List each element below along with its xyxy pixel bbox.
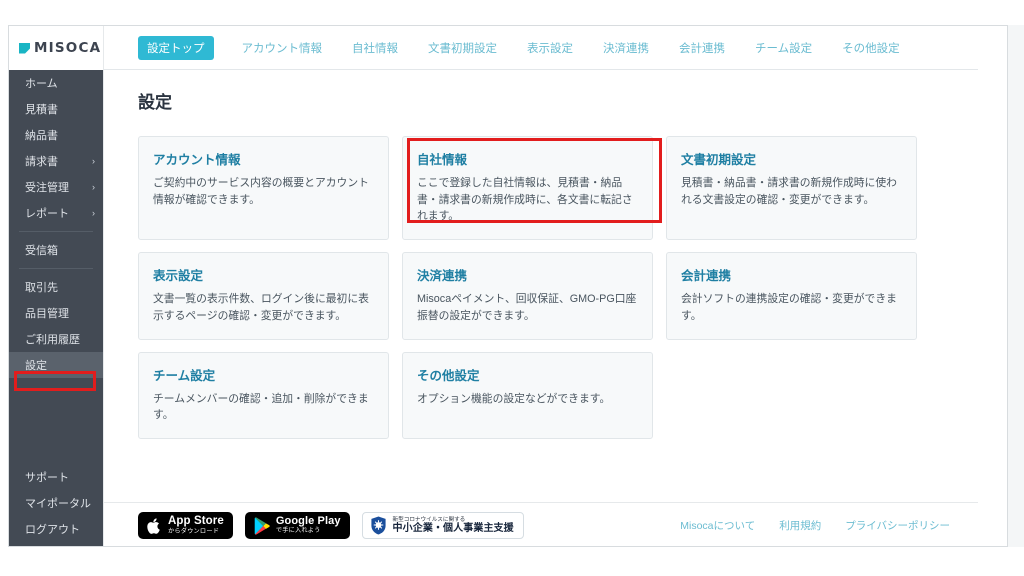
card-document-defaults[interactable]: 文書初期設定 見積書・納品書・請求書の新規作成時に使われる文書設定の確認・変更が… — [666, 136, 917, 240]
shield-virus-icon — [370, 516, 387, 535]
sidebar-item-report[interactable]: レポート › — [9, 200, 103, 226]
card-description: 会計ソフトの連携設定の確認・変更ができます。 — [681, 291, 902, 324]
sidebar-item-label: マイポータル — [25, 495, 95, 511]
chevron-right-icon: › — [92, 156, 95, 166]
sidebar-item-label: 見積書 — [25, 101, 95, 117]
card-self-info[interactable]: 自社情報 ここで登録した自社情報は、見積書・納品書・請求書の新規作成時に、各文書… — [402, 136, 653, 240]
footer-link-terms[interactable]: 利用規約 — [779, 518, 821, 533]
card-display-settings[interactable]: 表示設定 文書一覧の表示件数、ログイン後に最初に表示するページの確認・変更ができ… — [138, 252, 389, 339]
sidebar-nav: ホーム 見積書 納品書 請求書 › 受注管理 › — [9, 70, 103, 378]
chevron-right-icon: › — [92, 182, 95, 192]
covid-badge-text: 新型コロナウイルスに関する 中小企業・個人事業主支援 — [393, 517, 514, 534]
sidebar-item-label: 品目管理 — [25, 305, 95, 321]
sidebar-item-home[interactable]: ホーム — [9, 70, 103, 96]
screen-root: MISOCA ホーム 見積書 納品書 請求書 › — [0, 0, 1024, 576]
card-title: アカウント情報 — [153, 149, 374, 168]
tab-team-settings[interactable]: チーム設定 — [753, 37, 814, 59]
page-canvas: MISOCA ホーム 見積書 納品書 請求書 › — [0, 0, 1024, 576]
card-description: ご契約中のサービス内容の概要とアカウント情報が確認できます。 — [153, 175, 374, 208]
app-store-badge[interactable]: App Store からダウンロード — [138, 512, 233, 539]
settings-card-grid: アカウント情報 ご契約中のサービス内容の概要とアカウント情報が確認できます。 自… — [138, 136, 948, 451]
card-description: オプション機能の設定などができます。 — [417, 391, 638, 408]
sidebar-item-logout[interactable]: ログアウト — [9, 516, 103, 542]
tab-other-settings[interactable]: その他設定 — [840, 37, 902, 59]
sidebar-item-items[interactable]: 品目管理 — [9, 300, 103, 326]
covid-support-badge[interactable]: 新型コロナウイルスに関する 中小企業・個人事業主支援 — [362, 512, 524, 539]
tab-account-info[interactable]: アカウント情報 — [240, 37, 325, 59]
page-footer: App Store からダウンロード Google Play — [104, 502, 978, 547]
card-other-settings[interactable]: その他設定 オプション機能の設定などができます。 — [402, 352, 653, 439]
settings-tabbar: 設定トップ アカウント情報 自社情報 文書初期設定 表示設定 決済連携 会計連携… — [104, 26, 978, 70]
tab-payment-linkage[interactable]: 決済連携 — [601, 37, 651, 59]
card-team-settings[interactable]: チーム設定 チームメンバーの確認・追加・削除ができます。 — [138, 352, 389, 439]
sidebar-divider — [19, 268, 93, 269]
google-play-badge-text: Google Play で手に入れよう — [276, 516, 341, 534]
google-play-badge[interactable]: Google Play で手に入れよう — [245, 512, 350, 539]
card-title: 決済連携 — [417, 265, 638, 284]
sidebar-item-settings[interactable]: 設定 — [9, 352, 103, 378]
card-title: チーム設定 — [153, 365, 374, 384]
sidebar-item-invoice[interactable]: 請求書 › — [9, 148, 103, 174]
sidebar-item-clients[interactable]: 取引先 — [9, 274, 103, 300]
sidebar-item-order-management[interactable]: 受注管理 › — [9, 174, 103, 200]
google-play-title: Google Play — [276, 516, 341, 527]
apple-icon — [147, 517, 162, 535]
footer-link-privacy-policy[interactable]: プライバシーポリシー — [845, 518, 950, 533]
card-title: 会計連携 — [681, 265, 902, 284]
tab-document-defaults[interactable]: 文書初期設定 — [426, 37, 499, 59]
covid-badge-title: 中小企業・個人事業主支援 — [393, 523, 514, 534]
sidebar-item-support[interactable]: サポート — [9, 464, 103, 490]
app-store-badge-text: App Store からダウンロード — [168, 516, 224, 535]
sidebar-item-estimate[interactable]: 見積書 — [9, 96, 103, 122]
tab-accounting-linkage[interactable]: 会計連携 — [677, 37, 727, 59]
sidebar-item-label: 受信箱 — [25, 242, 95, 258]
sidebar-item-label: ログアウト — [25, 521, 95, 537]
brand-logo-text: MISOCA — [34, 40, 101, 56]
sidebar-item-my-portal[interactable]: マイポータル — [9, 490, 103, 516]
sidebar-divider — [19, 231, 93, 232]
tab-company-info[interactable]: 自社情報 — [350, 37, 400, 59]
sidebar-item-label: 請求書 — [25, 153, 90, 169]
sidebar-item-delivery-note[interactable]: 納品書 — [9, 122, 103, 148]
card-payment-linkage[interactable]: 決済連携 Misocaペイメント、回収保証、GMO-PG口座振替の設定ができます… — [402, 252, 653, 339]
sidebar-item-label: ホーム — [25, 75, 95, 91]
footer-links: Misocaについて 利用規約 プライバシーポリシー — [656, 518, 950, 533]
sidebar-item-label: ご利用履歴 — [25, 331, 95, 347]
card-description: ここで登録した自社情報は、見積書・納品書・請求書の新規作成時に、各文書に転記され… — [417, 175, 638, 225]
sidebar-item-label: 取引先 — [25, 279, 95, 295]
brand-logo[interactable]: MISOCA — [9, 26, 103, 70]
chevron-right-icon: › — [92, 208, 95, 218]
tab-settings-top[interactable]: 設定トップ — [138, 36, 214, 60]
card-description: 見積書・納品書・請求書の新規作成時に使われる文書設定の確認・変更ができます。 — [681, 175, 902, 208]
sidebar-item-inbox[interactable]: 受信箱 — [9, 237, 103, 263]
tab-display-settings[interactable]: 表示設定 — [525, 37, 575, 59]
sidebar-item-label: 受注管理 — [25, 179, 90, 195]
footer-link-about-misoca[interactable]: Misocaについて — [680, 518, 755, 533]
card-description: チームメンバーの確認・追加・削除ができます。 — [153, 391, 374, 424]
card-title: 文書初期設定 — [681, 149, 902, 168]
card-accounting-linkage[interactable]: 会計連携 会計ソフトの連携設定の確認・変更ができます。 — [666, 252, 917, 339]
sidebar-item-label: サポート — [25, 469, 95, 485]
app-window: MISOCA ホーム 見積書 納品書 請求書 › — [8, 25, 1008, 547]
page-title: 設定 — [138, 88, 172, 113]
card-account-info[interactable]: アカウント情報 ご契約中のサービス内容の概要とアカウント情報が確認できます。 — [138, 136, 389, 240]
sidebar-item-label: レポート — [25, 205, 90, 221]
sidebar-bottom-nav: サポート マイポータル ログアウト — [9, 464, 103, 542]
card-title: 自社情報 — [417, 149, 638, 168]
sidebar: MISOCA ホーム 見積書 納品書 請求書 › — [9, 26, 103, 547]
misoca-flag-icon — [19, 43, 30, 54]
sidebar-item-label: 設定 — [25, 357, 95, 373]
sidebar-item-label: 納品書 — [25, 127, 95, 143]
main-content: 設定トップ アカウント情報 自社情報 文書初期設定 表示設定 決済連携 会計連携… — [103, 26, 977, 547]
app-store-subtitle: からダウンロード — [168, 529, 224, 535]
card-title: その他設定 — [417, 365, 638, 384]
sidebar-item-usage-history[interactable]: ご利用履歴 — [9, 326, 103, 352]
google-play-subtitle: で手に入れよう — [276, 528, 341, 534]
card-description: 文書一覧の表示件数、ログイン後に最初に表示するページの確認・変更ができます。 — [153, 291, 374, 324]
card-description: Misocaペイメント、回収保証、GMO-PG口座振替の設定ができます。 — [417, 291, 638, 324]
google-play-icon — [254, 517, 270, 535]
app-store-title: App Store — [168, 516, 224, 528]
card-title: 表示設定 — [153, 265, 374, 284]
